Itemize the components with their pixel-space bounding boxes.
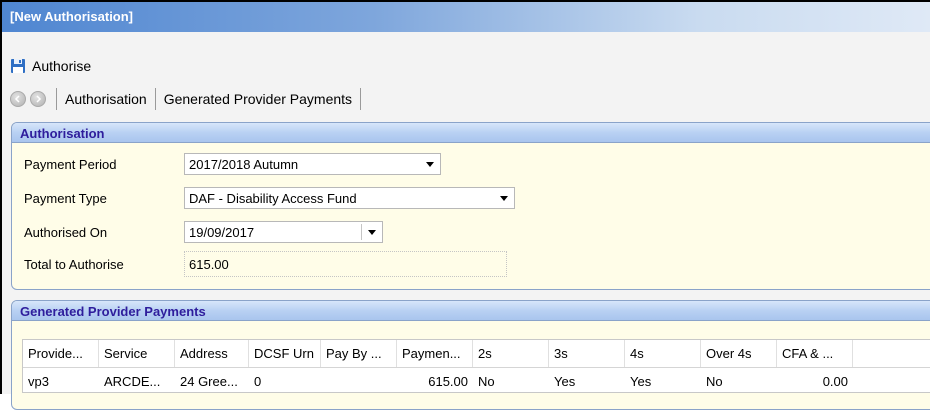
cell-provider: vp3 (28, 374, 49, 389)
payment-period-value: 2017/2018 Autumn (189, 156, 299, 172)
dropdown-arrow-icon[interactable] (368, 230, 376, 235)
total-value-box: 615.00 (184, 251, 507, 277)
back-icon[interactable] (10, 91, 26, 107)
authorised-on-row: Authorised On 19/09/2017 (24, 221, 383, 243)
cell-address: 24 Gree... (180, 374, 238, 389)
total-label: Total to Authorise (24, 256, 124, 272)
total-value: 615.00 (189, 256, 229, 272)
nav-divider (154, 88, 156, 110)
section-nav: Authorisation Generated Provider Payment… (10, 86, 367, 112)
window-title: [New Authorisation] (2, 2, 930, 32)
column-header[interactable]: DCSF Urn (249, 340, 321, 367)
authorised-on-value: 19/09/2017 (189, 224, 255, 240)
authorise-label: Authorise (32, 58, 92, 74)
column-header[interactable]: CFA & ... (777, 340, 853, 367)
payment-type-label: Payment Type (24, 190, 107, 206)
payment-period-row: Payment Period 2017/2018 Autumn (24, 153, 441, 175)
dropdown-arrow-icon (500, 196, 508, 201)
save-icon (11, 59, 25, 73)
column-header[interactable]: Service (99, 340, 175, 367)
nav-link-authorisation[interactable]: Authorisation (63, 91, 149, 107)
table-row[interactable]: vp3 ARCDE... 24 Gree... 0 615.00 No Yes … (23, 368, 930, 392)
cell-service: ARCDE... (104, 374, 161, 389)
cell-pay-by (321, 368, 397, 392)
payment-type-value: DAF - Disability Access Fund (189, 190, 357, 206)
payments-grid: Provide... Service Address DCSF Urn Pay … (22, 339, 930, 393)
dropdown-arrow-icon (426, 162, 434, 167)
nav-divider (360, 88, 362, 110)
payment-period-label: Payment Period (24, 156, 117, 172)
column-header[interactable]: 2s (473, 340, 549, 367)
payments-panel-header: Generated Provider Payments (12, 301, 930, 321)
cell-3s: Yes (554, 374, 576, 389)
grid-header-row: Provide... Service Address DCSF Urn Pay … (23, 340, 930, 368)
cell-4s: Yes (630, 374, 652, 389)
payment-type-row: Payment Type DAF - Disability Access Fun… (24, 187, 515, 209)
column-header[interactable]: Address (175, 340, 249, 367)
cell-dcsf-urn: 0 (254, 374, 262, 389)
payment-period-select[interactable]: 2017/2018 Autumn (184, 153, 441, 175)
total-row: Total to Authorise 615.00 (24, 251, 507, 277)
column-header[interactable]: Paymen... (397, 340, 473, 367)
column-header[interactable]: 4s (625, 340, 701, 367)
authorisation-window: [New Authorisation] Authorise Authorisat… (0, 0, 930, 410)
cell-cfa: 0.00 (822, 374, 848, 389)
column-header[interactable]: 3s (549, 340, 625, 367)
column-header[interactable]: Provide... (23, 340, 99, 367)
toolbar (2, 32, 930, 84)
forward-icon[interactable] (30, 91, 46, 107)
authorise-button[interactable]: Authorise (10, 58, 91, 74)
authorised-on-date-picker[interactable]: 19/09/2017 (184, 221, 383, 243)
authorised-on-label: Authorised On (24, 224, 108, 240)
cell-over-4s: No (706, 374, 723, 389)
column-header[interactable]: Pay By ... (321, 340, 397, 367)
nav-divider (56, 88, 57, 110)
payment-type-select[interactable]: DAF - Disability Access Fund (184, 187, 515, 209)
cell-2s: No (478, 374, 495, 389)
cell-payment: 615.00 (428, 374, 468, 389)
column-header[interactable]: Over 4s (701, 340, 777, 367)
nav-link-generated-provider-payments[interactable]: Generated Provider Payments (162, 91, 354, 107)
authorisation-panel: Authorisation Payment Period 2017/2018 A… (11, 122, 930, 290)
authorisation-panel-header: Authorisation (12, 123, 930, 143)
